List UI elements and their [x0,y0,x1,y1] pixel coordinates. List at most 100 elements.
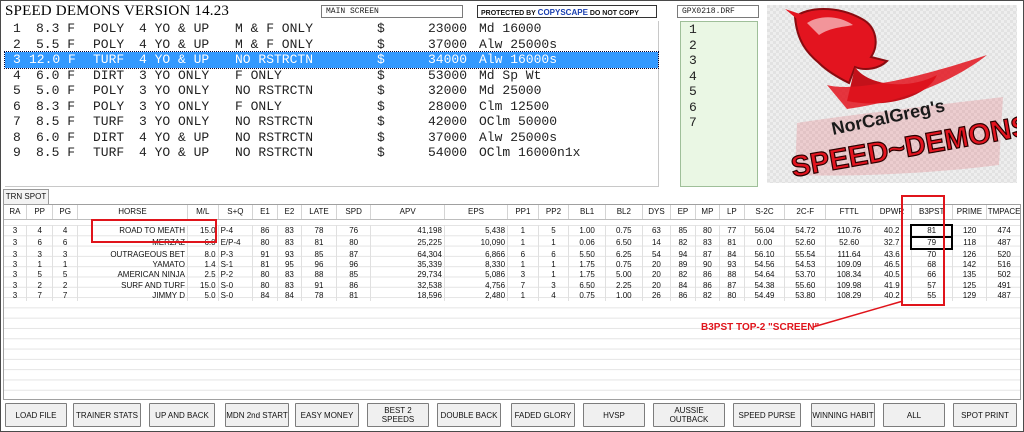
table-cell: 7 [26,290,54,302]
table-cell: 81 [301,237,337,249]
table-cell: 108.29 [825,290,874,302]
column-header[interactable]: BL1 [568,205,606,220]
column-header[interactable]: APV [370,205,445,220]
double-back-button[interactable]: DOUBLE BACK [437,403,501,427]
table-cell: 80 [336,237,372,249]
column-header[interactable]: PP2 [538,205,570,220]
column-header[interactable]: M/L [187,205,219,220]
race-surface: DIRT [93,129,125,145]
table-cell: 3 [4,225,27,237]
table-cell: 3 [4,249,27,260]
table-cell: 6 [52,237,78,249]
horse-number-list[interactable]: 1234567 [680,21,758,187]
table-row[interactable]: 3 5 5 AMERICAN NINJA 2.5 P-2 80 83 88 85 29,734 5,0… [4,270,1020,281]
horse-number-item[interactable]: 2 [681,38,757,54]
mdn-2nd-start-button[interactable]: MDN 2nd START [225,403,289,427]
column-header[interactable]: HORSE [77,205,189,220]
spot-print-button[interactable]: SPOT PRINT [953,403,1017,427]
horse-number-item[interactable]: 1 [681,22,757,38]
winning-habit-button[interactable]: WINNING HABIT [811,403,875,427]
column-header[interactable]: EPS [444,205,509,220]
race-age: 3 YO ONLY [139,67,210,83]
race-purse: 28000 [427,98,467,114]
race-number: 8 [13,129,21,145]
table-cell: S-0 [218,290,254,302]
copyscape-brand: COPYSCAPE [537,8,588,17]
race-row[interactable]: 2 5.5 F POLY 4 YO & UP M & F ONLY $37000 Alw 2… [5,37,658,53]
race-row[interactable]: 8 6.0 F DIRT 4 YO & UP NO RSTRCTN $37000 Alw 2… [5,130,658,146]
table-row[interactable]: 3 3 3 OUTRAGEOUS BET 8.0 P-3 91 93 85 87 64,304 6,8… [4,249,1020,260]
race-dollar-sign: $ [377,98,385,114]
race-list[interactable]: 1 8.3 F POLY 4 YO & UP M & F ONLY $23000 Md 16… [4,21,659,187]
table-cell: 90 [695,260,721,271]
horse-number-item[interactable]: 6 [681,100,757,116]
table-row[interactable]: 3 7 7 JIMMY D 5.0 S-0 84 84 78 81 18,596 2,480 1 4 0.7… [4,290,1020,302]
table-cell: 1 [538,237,570,249]
table-cell: 35,339 [370,260,445,271]
race-row[interactable]: 6 8.3 F POLY 3 YO ONLY F ONLY $28000 Clm 12500 [5,99,658,115]
table-cell: 120 [952,225,988,237]
race-number: 4 [13,67,21,83]
race-row[interactable]: 3 12.0 F TURF 4 YO & UP NO RSTRCTN $34000 Alw … [4,51,659,69]
column-header[interactable]: FTTL [825,205,874,220]
column-header[interactable]: SPD [336,205,372,220]
table-row[interactable]: 3 1 1 YAMATO 1.4 S-1 81 95 96 96 35,339 8,330 1 1 1.75… [4,260,1020,271]
table-cell: 82 [670,237,696,249]
screen-name-field[interactable]: MAIN SCREEN [321,5,463,18]
best-2-speeds-button[interactable]: BEST 2 SPEEDS [367,403,429,427]
table-cell: 1.4 [187,260,219,271]
load-file-button[interactable]: LOAD FILE [5,403,67,427]
race-row[interactable]: 5 5.0 F POLY 3 YO ONLY NO RSTRCTN $32000 Md 25… [5,83,658,99]
horse-number-item[interactable]: 3 [681,53,757,69]
column-header[interactable]: PP [26,205,54,220]
column-header[interactable]: MP [695,205,721,220]
easy-money-button[interactable]: EASY MONEY [295,403,359,427]
copyscape-prefix: PROTECTED BY [481,10,536,17]
table-cell: 56.04 [744,225,786,237]
table-cell: 89 [670,260,696,271]
column-header[interactable]: TMPACE [986,205,1020,220]
horse-number-item[interactable]: 7 [681,115,757,131]
hvsp-button[interactable]: HVSP [583,403,645,427]
column-header[interactable]: PG [52,205,78,220]
table-cell: 87 [695,249,721,260]
table-cell: 82 [670,270,696,281]
faded-glory-button[interactable]: FADED GLORY [511,403,575,427]
column-header[interactable]: EP [670,205,696,220]
column-header[interactable]: S+Q [218,205,254,220]
race-class: Alw 16000s [479,52,558,67]
race-row[interactable]: 1 8.3 F POLY 4 YO & UP M & F ONLY $23000 Md 16… [5,21,658,37]
horse-number-item[interactable]: 4 [681,69,757,85]
table-cell: 80 [719,290,745,302]
table-row[interactable]: 3 2 2 SURF AND TURF 15.0 S-0 80 83 91 86 32,538 4,7… [4,280,1020,291]
race-dollar-sign: $ [377,83,385,98]
column-header[interactable]: DYS [642,205,672,220]
table-cell: 3 [4,260,27,271]
race-row[interactable]: 4 6.0 F DIRT 3 YO ONLY F ONLY $53000 Md Sp Wt [5,68,658,84]
race-surface: POLY [93,83,125,98]
all-button[interactable]: ALL [883,403,945,427]
column-header[interactable]: LP [719,205,745,220]
tab-trn-spot[interactable]: TRN SPOT [3,189,49,204]
column-header[interactable]: PP1 [507,205,539,220]
column-header[interactable]: LATE [301,205,337,220]
file-name-field[interactable]: GPX0218.DRF [677,5,759,18]
table-cell: JIMMY D [77,290,189,302]
column-header[interactable]: E2 [277,205,303,220]
race-row[interactable]: 7 8.5 F TURF 3 YO ONLY NO RSTRCTN $42000 OClm … [5,114,658,130]
aussie-outback-button[interactable]: AUSSIE OUTBACK [653,403,725,427]
table-cell: 110.76 [825,225,874,237]
column-header[interactable]: PRIME [952,205,988,220]
trainer-stats-button[interactable]: TRAINER STATS [73,403,141,427]
horse-number-item[interactable]: 5 [681,84,757,100]
race-distance: 6.0 F [35,67,75,83]
column-header[interactable]: E1 [252,205,278,220]
up-and-back-button[interactable]: UP AND BACK [149,403,215,427]
column-header[interactable]: 2C-F [784,205,827,220]
race-row[interactable]: 9 8.5 F TURF 4 YO & UP NO RSTRCTN $54000 OClm … [5,145,658,161]
column-header[interactable]: BL2 [605,205,643,220]
column-header[interactable]: RA [4,205,27,220]
column-header[interactable]: S-2C [744,205,786,220]
speed-purse-button[interactable]: SPEED PURSE [733,403,801,427]
table-cell: P-2 [218,270,254,281]
